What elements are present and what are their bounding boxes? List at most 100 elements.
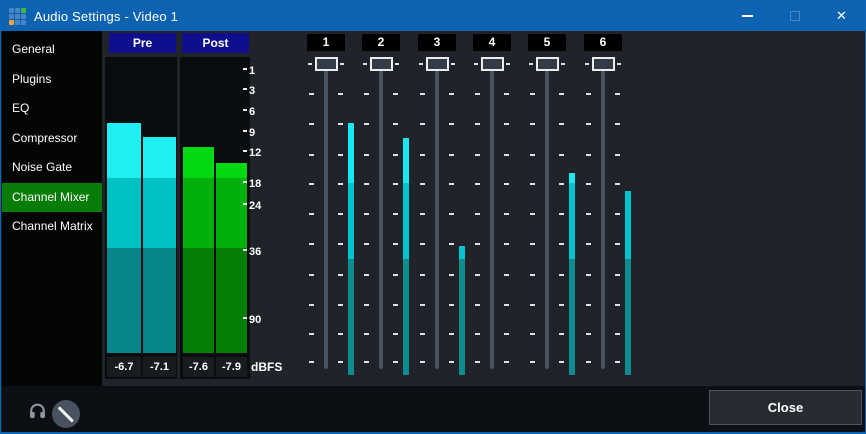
- channel-2-fader-handle[interactable]: [370, 57, 393, 71]
- close-button[interactable]: Close: [709, 390, 862, 425]
- close-window-button[interactable]: ✕: [818, 1, 865, 31]
- fader-scale-tick: [393, 213, 398, 215]
- scale-tick-label-24: 24: [249, 200, 261, 212]
- channel-1-fader-handle[interactable]: [315, 57, 338, 71]
- fader-scale-tick: [615, 333, 620, 335]
- fader-scale-tick: [586, 123, 591, 125]
- fader-scale-tick: [586, 93, 591, 95]
- fader-scale-tick: [530, 361, 535, 363]
- fader-scale-tick: [559, 183, 564, 185]
- fader-scale-tick: [420, 243, 425, 245]
- sidebar-item-channel-matrix[interactable]: Channel Matrix: [2, 212, 102, 242]
- channel-4-fader-track[interactable]: [490, 59, 494, 369]
- knob-pointer-icon: [58, 406, 74, 422]
- sidebar: GeneralPluginsEQCompressorNoise GateChan…: [2, 31, 102, 386]
- channel-5-level-meter: [569, 173, 575, 375]
- fader-scale-tick: [530, 213, 535, 215]
- fader-scale-tick: [338, 274, 343, 276]
- fader-scale-tick: [530, 93, 535, 95]
- channel-2-level-meter: [403, 138, 409, 375]
- headphones-icon[interactable]: [28, 401, 47, 421]
- channel-number-6: 6: [584, 34, 622, 51]
- fader-scale-tick: [475, 183, 480, 185]
- fader-scale-tick: [449, 93, 454, 95]
- fader-scale-tick: [449, 154, 454, 156]
- channel-strip-4: 4: [465, 34, 520, 379]
- channel-2-fader-track[interactable]: [379, 59, 383, 369]
- channel-strip-1: 1: [299, 34, 354, 379]
- fader-scale-tick: [559, 213, 564, 215]
- fader-scale-tick: [559, 93, 564, 95]
- post-level-value-2: -7.9: [216, 357, 247, 377]
- channel-6-fader-track[interactable]: [601, 59, 605, 369]
- fader-scale-tick: [504, 361, 509, 363]
- post-meter-bar-2: [216, 163, 247, 353]
- fader-scale-tick: [615, 243, 620, 245]
- sidebar-item-general[interactable]: General: [2, 35, 102, 65]
- fader-scale-tick: [309, 361, 314, 363]
- channel-3-fader-handle[interactable]: [426, 57, 449, 71]
- fader-scale-tick: [338, 93, 343, 95]
- fader-scale-tick: [449, 243, 454, 245]
- channel-3-fader-track[interactable]: [435, 59, 439, 369]
- scale-tick-label-1: 1: [249, 65, 255, 77]
- fader-scale-tick: [586, 154, 591, 156]
- fader-scale-tick: [504, 304, 509, 306]
- channel-strip-5: 5: [520, 34, 575, 379]
- sidebar-item-compressor[interactable]: Compressor: [2, 124, 102, 154]
- fader-scale-tick: [615, 361, 620, 363]
- fader-scale-tick: [420, 213, 425, 215]
- fader-scale-tick: [364, 361, 369, 363]
- channel-4-fader-handle[interactable]: [481, 57, 504, 71]
- fader-scale-tick: [393, 154, 398, 156]
- channel-number-2: 2: [362, 34, 400, 51]
- fader-scale-tick: [364, 243, 369, 245]
- channel-5-fader-track[interactable]: [545, 59, 549, 369]
- sidebar-item-plugins[interactable]: Plugins: [2, 65, 102, 95]
- fader-scale-tick: [449, 183, 454, 185]
- fader-scale-tick: [586, 361, 591, 363]
- fader-scale-tick: [504, 93, 509, 95]
- fader-scale-tick: [586, 243, 591, 245]
- fader-scale-tick: [420, 183, 425, 185]
- fader-scale-tick: [338, 183, 343, 185]
- maximize-icon: [790, 11, 800, 21]
- fader-scale-tick: [615, 154, 620, 156]
- maximize-button[interactable]: [771, 1, 818, 31]
- headphone-volume-knob[interactable]: [52, 400, 80, 428]
- fader-scale-tick: [475, 361, 480, 363]
- fader-scale-tick: [475, 304, 480, 306]
- channel-5-fader-handle[interactable]: [536, 57, 559, 71]
- sidebar-item-channel-mixer[interactable]: Channel Mixer: [2, 183, 102, 213]
- fader-scale-tick: [309, 123, 314, 125]
- fader-side-tick: [363, 63, 367, 65]
- channel-number-3: 3: [418, 34, 456, 51]
- channel-1-fader-track[interactable]: [324, 59, 328, 369]
- scale-tick-mark: [243, 130, 247, 132]
- fader-scale-tick: [559, 154, 564, 156]
- pre-meter-bar-2: [143, 137, 176, 353]
- dbfs-unit-label: dBFS: [251, 360, 282, 374]
- minimize-button[interactable]: [724, 1, 771, 31]
- fader-scale-tick: [393, 304, 398, 306]
- channel-6-fader-handle[interactable]: [592, 57, 615, 71]
- post-meter-label[interactable]: Post: [182, 33, 249, 53]
- sidebar-item-eq[interactable]: EQ: [2, 94, 102, 124]
- fader-scale-tick: [475, 213, 480, 215]
- scale-tick-mark: [243, 150, 247, 152]
- fader-scale-tick: [559, 304, 564, 306]
- fader-scale-tick: [449, 213, 454, 215]
- pre-meter-label[interactable]: Pre: [109, 33, 176, 53]
- fader-side-tick: [308, 63, 312, 65]
- fader-scale-tick: [364, 154, 369, 156]
- fader-scale-tick: [309, 154, 314, 156]
- fader-scale-tick: [615, 93, 620, 95]
- fader-scale-tick: [559, 123, 564, 125]
- fader-scale-tick: [586, 274, 591, 276]
- fader-side-tick: [506, 63, 510, 65]
- fader-scale-tick: [475, 123, 480, 125]
- fader-scale-tick: [309, 213, 314, 215]
- sidebar-item-noise-gate[interactable]: Noise Gate: [2, 153, 102, 183]
- fader-scale-tick: [449, 333, 454, 335]
- fader-scale-tick: [504, 183, 509, 185]
